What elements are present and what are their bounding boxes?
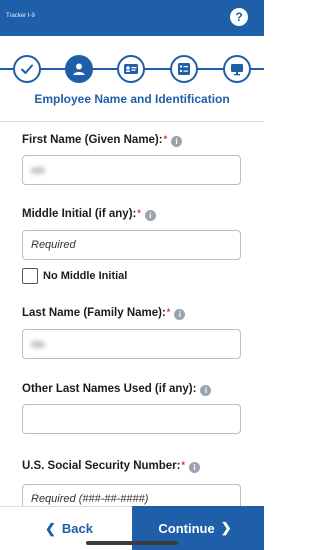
last-name-field[interactable] — [22, 329, 241, 359]
home-indicator — [86, 541, 178, 545]
redacted-value — [31, 340, 45, 348]
middle-initial-placeholder: Required — [31, 239, 76, 251]
no-middle-initial-row[interactable]: No Middle Initial — [22, 268, 127, 284]
no-middle-initial-checkbox[interactable] — [22, 268, 38, 284]
app-header: Tracker I-9 ? — [0, 0, 264, 36]
last-name-label: Last Name (Family Name):* i — [22, 307, 186, 320]
step-id-documents[interactable] — [117, 55, 145, 83]
required-mark: * — [181, 460, 186, 470]
ssn-label: U.S. Social Security Number:* i — [22, 460, 201, 473]
first-name-field[interactable] — [22, 155, 241, 185]
app-title: Tracker I-9 — [6, 13, 35, 19]
back-label: Back — [61, 521, 93, 536]
ssn-field[interactable]: Required (###-##-####) — [22, 484, 241, 506]
progress-stepper: Employee Name and Identification — [0, 36, 264, 122]
monitor-icon — [231, 64, 243, 76]
chevron-left-icon: ❮ — [45, 520, 56, 536]
required-mark: * — [166, 307, 171, 317]
ssn-placeholder: Required (###-##-####) — [31, 493, 149, 505]
required-mark: * — [163, 134, 168, 144]
other-last-names-field[interactable] — [22, 404, 241, 434]
info-icon[interactable]: i — [200, 385, 212, 396]
step-completed[interactable] — [13, 55, 41, 83]
redacted-value — [31, 166, 45, 174]
middle-initial-field[interactable]: Required — [22, 230, 241, 260]
info-icon[interactable]: i — [189, 462, 201, 473]
checkmark-icon — [21, 64, 33, 74]
info-icon[interactable]: i — [174, 309, 186, 320]
info-icon[interactable]: i — [144, 210, 156, 221]
employee-form: First Name (Given Name):* i Middle Initia… — [0, 122, 264, 506]
info-icon[interactable]: i — [171, 136, 183, 147]
id-card-icon — [124, 64, 138, 74]
help-button[interactable]: ? — [230, 8, 248, 26]
required-mark: * — [137, 208, 141, 218]
no-middle-initial-label: No Middle Initial — [43, 270, 128, 282]
first-name-label: First Name (Given Name):* i — [22, 134, 183, 147]
chevron-right-icon: ❯ — [220, 520, 232, 535]
continue-label: Continue — [158, 520, 215, 536]
step-active[interactable] — [65, 55, 93, 83]
person-icon — [73, 63, 85, 75]
step-title: Employee Name and Identification — [34, 92, 230, 106]
step-review[interactable] — [170, 55, 198, 83]
other-last-names-label: Other Last Names Used (if any): i — [22, 383, 212, 396]
middle-initial-label: Middle Initial (if any):* i — [22, 208, 156, 221]
checklist-icon — [178, 63, 190, 75]
step-submit[interactable] — [223, 55, 251, 83]
